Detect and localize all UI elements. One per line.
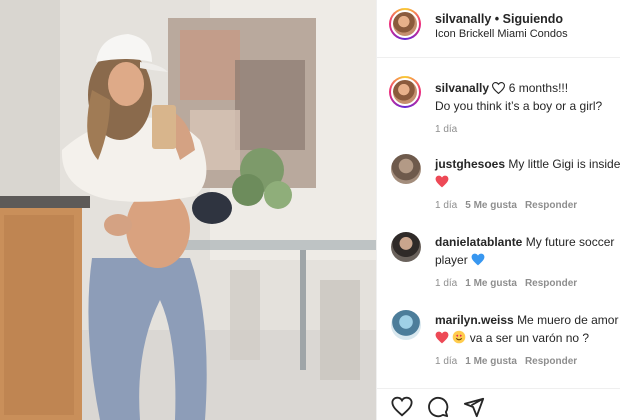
post-header: silvanally • Siguiendo Icon Brickell Mia…: [377, 0, 620, 58]
comment-text: marilyn.weiss Me muero de amor va a ser …: [435, 311, 620, 347]
comments-list[interactable]: silvanally 6 months!!! Do you think it’s…: [377, 58, 620, 388]
commenter-username[interactable]: justghesoes: [435, 157, 505, 171]
commenter-username[interactable]: marilyn.weiss: [435, 313, 514, 327]
comment-likes[interactable]: 5 Me gusta: [465, 200, 517, 211]
comment-meta: 1 día 1 Me gusta Responder: [435, 278, 577, 289]
outline-heart-icon: [492, 82, 506, 94]
caption-line1: 6 months!!!: [508, 81, 569, 95]
comment-body-2: player: [435, 253, 468, 267]
header-names: silvanally • Siguiendo: [435, 12, 563, 26]
reply-button[interactable]: Responder: [525, 200, 577, 211]
comment-body: My future soccer: [525, 235, 615, 249]
comment-time: 1 día: [435, 356, 458, 367]
caption-meta: 1 día: [435, 124, 457, 135]
comment-item: danielatablante My future soccer player …: [377, 232, 620, 304]
red-heart-icon: [435, 331, 449, 344]
author-avatar[interactable]: [389, 8, 421, 40]
post-details-panel: silvanally • Siguiendo Icon Brickell Mia…: [376, 0, 620, 420]
post-photo[interactable]: [0, 0, 376, 420]
comment-meta: 1 día 5 Me gusta Responder: [435, 200, 577, 211]
photo-scene: [0, 0, 376, 420]
red-heart-icon: [435, 175, 449, 188]
following-button[interactable]: Siguiendo: [503, 12, 563, 26]
reply-button[interactable]: Responder: [525, 356, 577, 367]
commenter-avatar[interactable]: [391, 232, 421, 262]
comment-meta: 1 día 1 Me gusta Responder: [435, 356, 577, 367]
comment-item: justghesoes My little Gigi is inside 1 d…: [377, 154, 620, 226]
author-username[interactable]: silvanally: [435, 12, 491, 26]
comment-text: danielatablante My future soccer player: [435, 233, 620, 269]
header-separator: •: [494, 12, 500, 26]
comment-body: My little Gigi is inside: [508, 157, 620, 171]
comment-text: justghesoes My little Gigi is inside: [435, 155, 620, 191]
comment-time: 1 día: [435, 278, 458, 289]
commenter-username[interactable]: danielatablante: [435, 235, 522, 249]
comment-likes[interactable]: 1 Me gusta: [465, 356, 517, 367]
comment-time: 1 día: [435, 200, 458, 211]
caption-username[interactable]: silvanally: [435, 81, 489, 95]
action-bar: [377, 388, 620, 420]
reply-button[interactable]: Responder: [525, 278, 577, 289]
heart-icon[interactable]: [391, 396, 413, 418]
comment-icon[interactable]: [427, 396, 449, 418]
blue-heart-icon: [471, 253, 485, 266]
commenter-avatar[interactable]: [391, 310, 421, 340]
caption-text: silvanally 6 months!!! Do you think it’s…: [435, 79, 620, 115]
heart-eyes-emoji-icon: [453, 330, 466, 344]
comment-likes[interactable]: 1 Me gusta: [465, 278, 517, 289]
caption-line2: Do you think it’s a boy or a girl?: [435, 99, 603, 113]
comment-item: marilyn.weiss Me muero de amor va a ser …: [377, 310, 620, 382]
caption-time: 1 día: [435, 124, 458, 135]
commenter-avatar[interactable]: [391, 154, 421, 184]
caption-avatar[interactable]: [389, 76, 421, 108]
comment-body: Me muero de amor: [517, 313, 619, 327]
share-icon[interactable]: [463, 396, 485, 418]
post-location[interactable]: Icon Brickell Miami Condos: [435, 28, 568, 40]
comment-body-2: va a ser un varón no ?: [469, 331, 590, 345]
